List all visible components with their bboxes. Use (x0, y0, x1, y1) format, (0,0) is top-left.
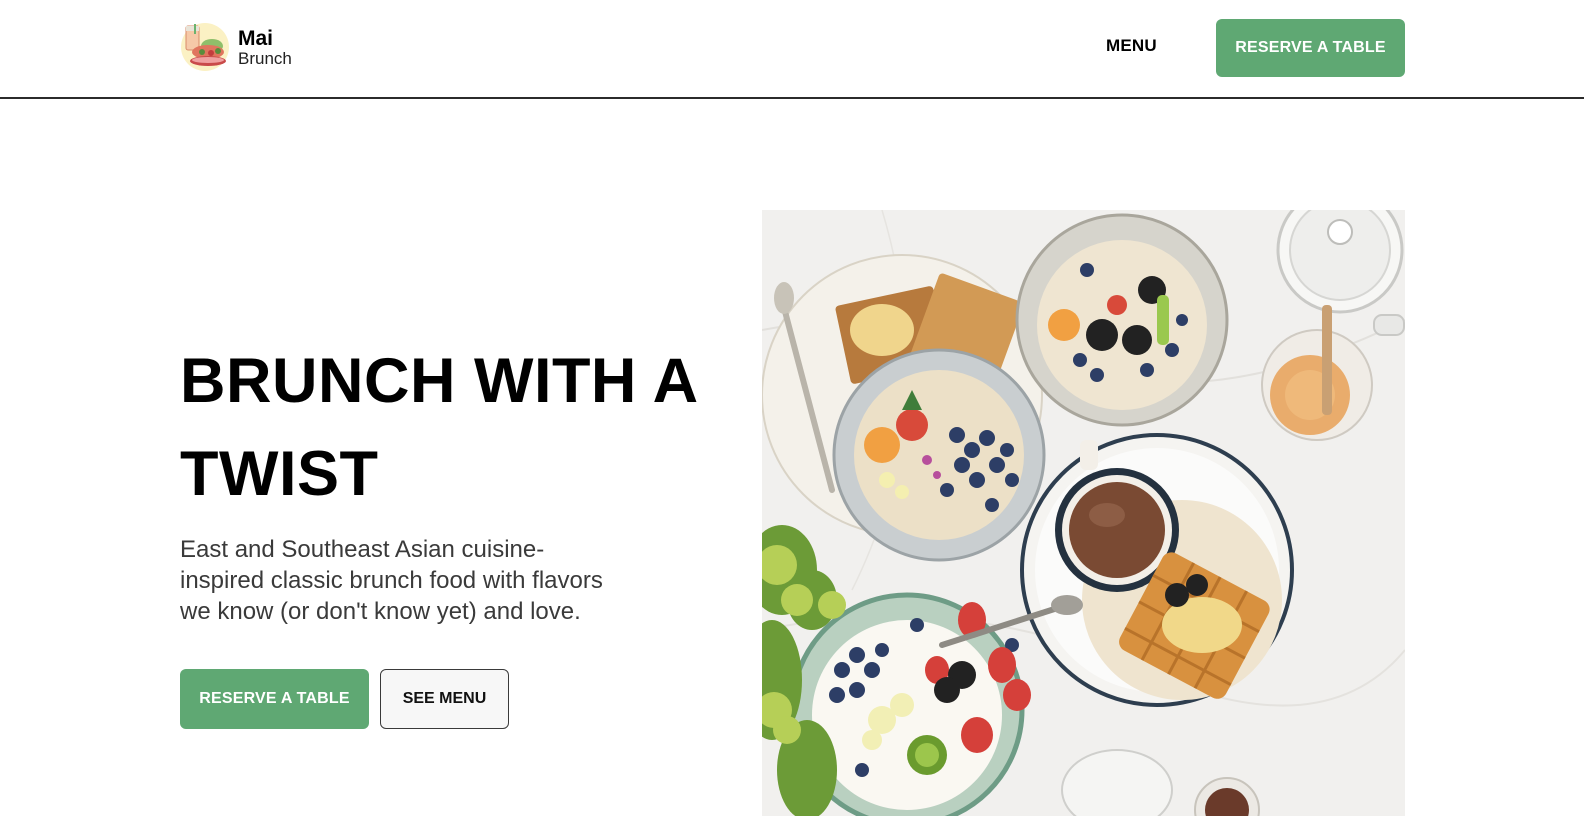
nav-menu-link[interactable]: MENU (1106, 36, 1157, 56)
header-reserve-button[interactable]: RESERVE A TABLE (1216, 19, 1405, 77)
brand-text: Mai Brunch (238, 28, 292, 67)
brand-subtitle: Brunch (238, 48, 292, 68)
brunch-table-photo (762, 210, 1405, 816)
brunch-logo-icon (181, 23, 229, 71)
hero-description: East and Southeast Asian cuisine-inspire… (180, 536, 603, 625)
brand-link[interactable]: Mai Brunch (180, 22, 292, 72)
brunch-table-illustration (762, 210, 1405, 816)
hero-reserve-button[interactable]: RESERVE A TABLE (180, 669, 369, 729)
site-header: Mai Brunch MENU RESERVE A TABLE (0, 0, 1584, 99)
hero-title: BRUNCH WITH A TWIST (180, 346, 697, 509)
see-menu-button[interactable]: SEE MENU (380, 669, 509, 729)
brand-name: Mai (238, 26, 274, 50)
